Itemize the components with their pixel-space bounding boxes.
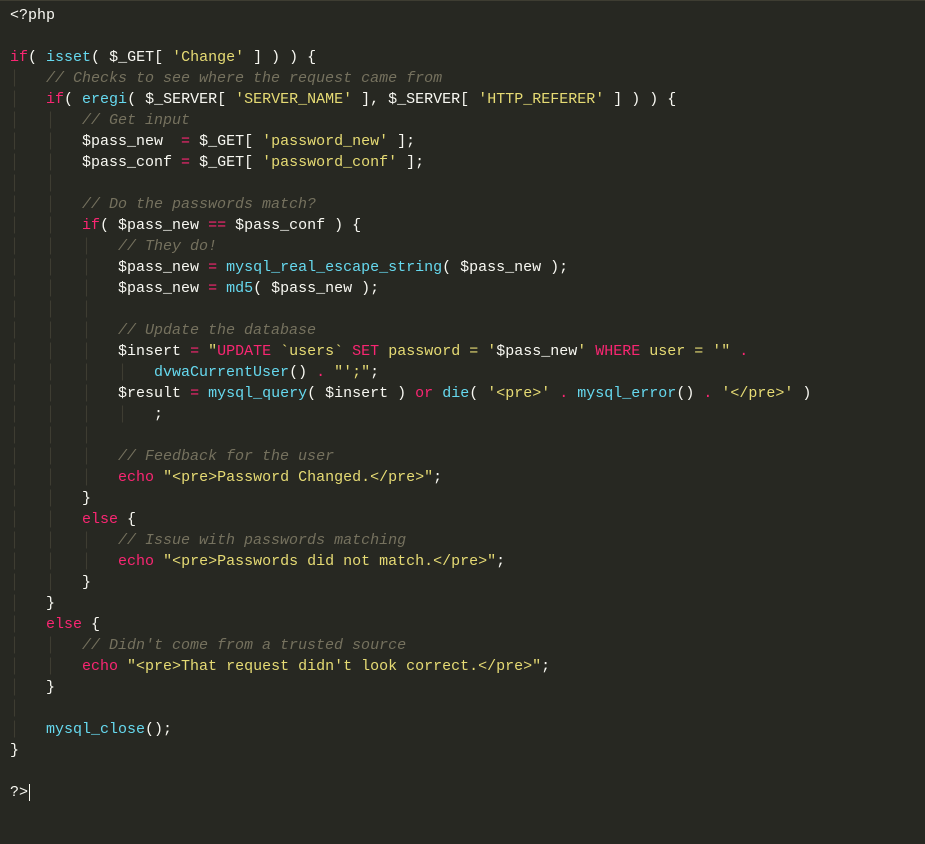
string-server-name: 'SERVER_NAME' — [235, 91, 352, 108]
string-password-conf: 'password_conf' — [262, 154, 397, 171]
keyword-echo: echo — [82, 658, 118, 675]
comment: // Get input — [82, 112, 190, 129]
keyword-if: if — [10, 49, 28, 66]
var-pass-new: $pass_new — [118, 280, 199, 297]
comment: // Feedback for the user — [118, 448, 334, 465]
var-pass-new: $pass_new — [460, 259, 541, 276]
var-pass-new: $pass_new — [118, 217, 199, 234]
var-pass-new: $pass_new — [82, 133, 163, 150]
keyword-else: else — [82, 511, 118, 528]
fn-dvwa-current-user: dvwaCurrentUser — [154, 364, 289, 381]
string-pre-open: '<pre>' — [487, 385, 550, 402]
var-pass-new: $pass_new — [118, 259, 199, 276]
var-insert: $insert — [325, 385, 388, 402]
fn-md5: md5 — [226, 280, 253, 297]
comment: // Do the passwords match? — [82, 196, 316, 213]
string-pre-close: '</pre>' — [721, 385, 793, 402]
string-http-referer: 'HTTP_REFERER' — [478, 91, 604, 108]
string-sql-tail: "';" — [334, 364, 370, 381]
string-password-new: 'password_new' — [262, 133, 388, 150]
sql-update: UPDATE — [217, 343, 271, 360]
var-server: $_SERVER — [145, 91, 217, 108]
comment: // Checks to see where the request came … — [46, 70, 442, 87]
string-bad-request: "<pre>That request didn't look correct.<… — [127, 658, 541, 675]
var-pass-conf: $pass_conf — [82, 154, 172, 171]
var-get: $_GET — [199, 154, 244, 171]
var-get: $_GET — [109, 49, 154, 66]
string-no-match: "<pre>Passwords did not match.</pre>" — [163, 553, 496, 570]
sql-set: SET — [352, 343, 379, 360]
keyword-echo: echo — [118, 553, 154, 570]
fn-mysql-error: mysql_error — [577, 385, 676, 402]
var-get: $_GET — [199, 133, 244, 150]
comment: // Issue with passwords matching — [118, 532, 406, 549]
fn-isset: isset — [46, 49, 91, 66]
fn-mysql-real-escape-string: mysql_real_escape_string — [226, 259, 442, 276]
text-cursor — [29, 784, 30, 801]
fn-mysql-close: mysql_close — [46, 721, 145, 738]
var-insert: $insert — [118, 343, 181, 360]
fn-eregi: eregi — [82, 91, 127, 108]
keyword-echo: echo — [118, 469, 154, 486]
string-change: 'Change' — [172, 49, 244, 66]
keyword-or: or — [415, 385, 433, 402]
var-pass-new: $pass_new — [496, 343, 577, 360]
string-password-changed: "<pre>Password Changed.</pre>" — [163, 469, 433, 486]
comment: // Didn't come from a trusted source — [82, 637, 406, 654]
fn-mysql-query: mysql_query — [208, 385, 307, 402]
var-pass-conf: $pass_conf — [235, 217, 325, 234]
code-editor[interactable]: <?php if( isset( $_GET[ 'Change' ] ) ) {… — [0, 1, 925, 813]
php-close-tag: ?> — [10, 784, 28, 801]
var-result: $result — [118, 385, 181, 402]
sql-table: `users` — [280, 343, 343, 360]
php-open-tag: <?php — [10, 7, 55, 24]
var-server: $_SERVER — [388, 91, 460, 108]
comment: // Update the database — [118, 322, 316, 339]
fn-die: die — [442, 385, 469, 402]
comment: // They do! — [118, 238, 217, 255]
var-pass-new: $pass_new — [271, 280, 352, 297]
keyword-if: if — [82, 217, 100, 234]
sql-where: WHERE — [595, 343, 640, 360]
keyword-else: else — [46, 616, 82, 633]
keyword-if: if — [46, 91, 64, 108]
